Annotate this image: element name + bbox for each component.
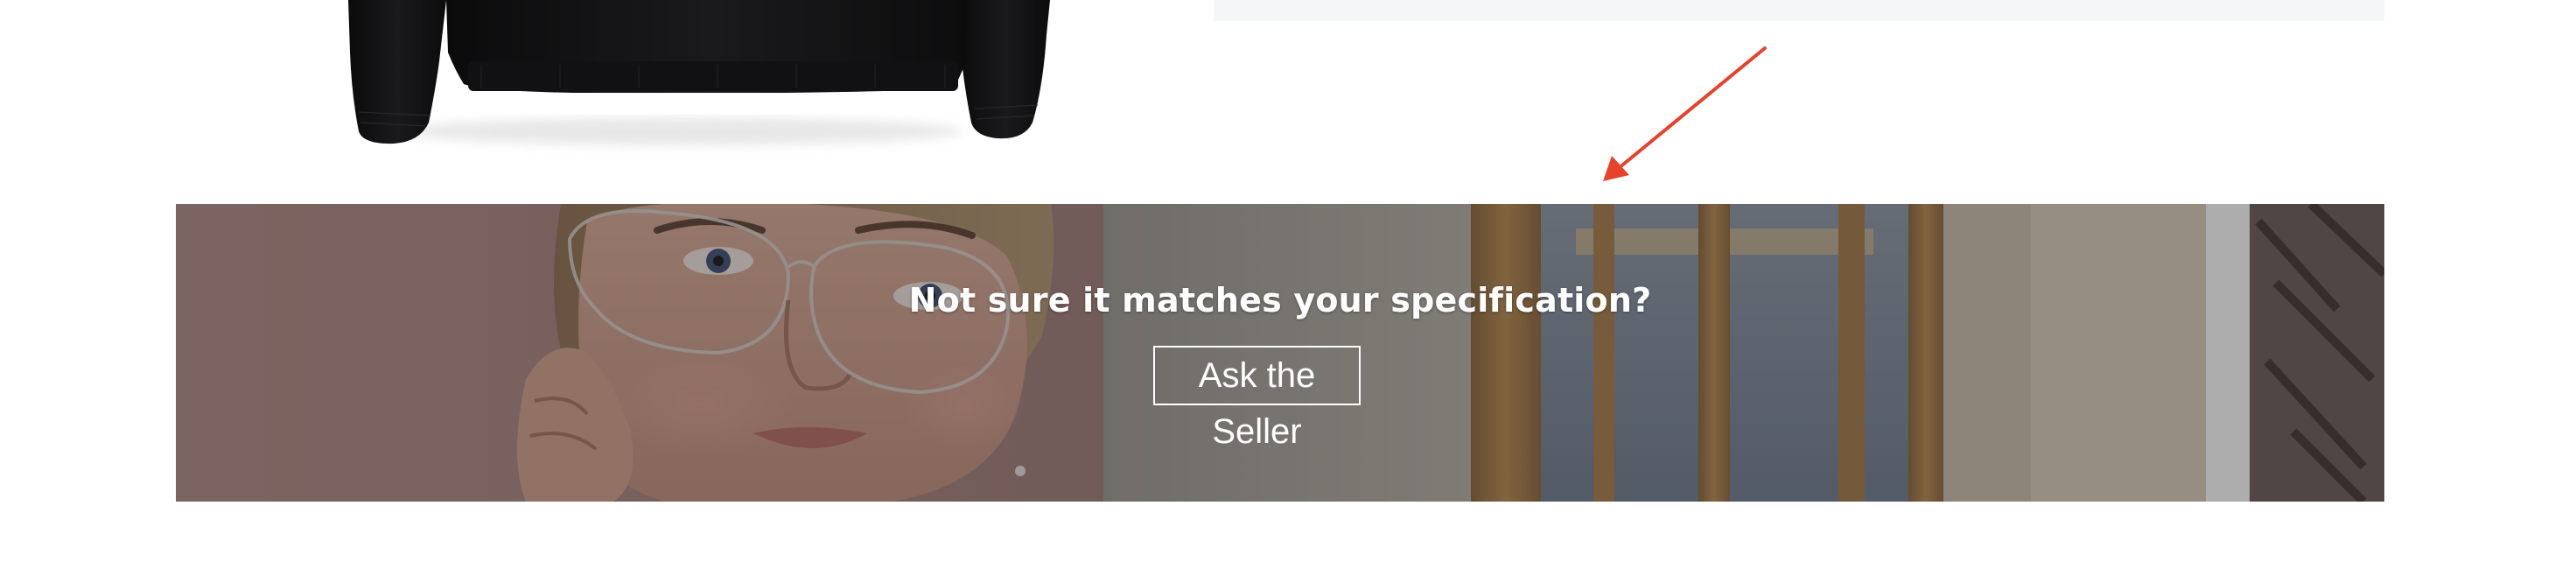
banner-headline: Not sure it matches your specification? bbox=[908, 281, 1652, 320]
page: Not sure it matches your specification? … bbox=[0, 0, 2576, 576]
product-image bbox=[332, 0, 1050, 158]
ask-seller-banner: Not sure it matches your specification? … bbox=[176, 204, 2384, 502]
red-arrow-icon bbox=[1592, 44, 1785, 184]
black-sweatshirt-photo bbox=[348, 0, 1050, 145]
product-info-panel bbox=[1214, 0, 2384, 21]
ask-the-seller-button[interactable]: Ask the Seller bbox=[1153, 346, 1361, 451]
banner-content: Not sure it matches your specification? … bbox=[176, 204, 2384, 502]
